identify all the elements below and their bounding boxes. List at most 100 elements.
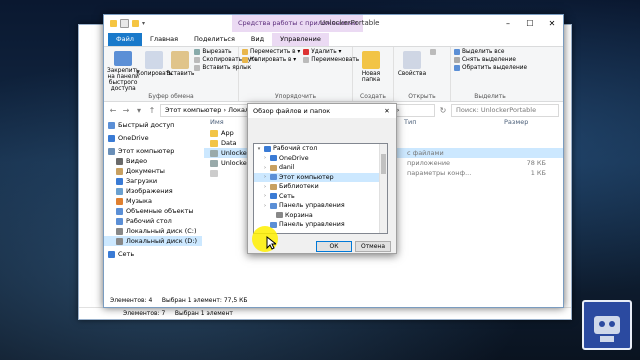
recent-chevron-icon[interactable]: ▾ xyxy=(134,106,144,115)
nav-item[interactable]: Изображения xyxy=(104,186,202,196)
expand-chevron-icon[interactable]: › xyxy=(262,155,268,161)
folder-tree[interactable]: ▾ Рабочий стол › OneDrive › danil › Этот компью… xyxy=(253,143,388,234)
nav-item[interactable]: Локальный диск (C:) xyxy=(104,226,202,236)
refresh-icon[interactable]: ↻ xyxy=(438,106,448,115)
nav-item-icon xyxy=(116,207,123,215)
expand-chevron-icon[interactable]: › xyxy=(262,184,268,190)
tab-manage[interactable]: Управление xyxy=(272,33,329,46)
nav-item-icon xyxy=(108,147,115,155)
pin-quick-access-button[interactable]: Закрепить на панели быстрого доступа xyxy=(107,49,139,92)
nav-item[interactable]: Музыка xyxy=(104,196,202,206)
properties-button[interactable]: Свойства xyxy=(397,49,427,92)
folder-icon xyxy=(210,139,218,147)
move-icon xyxy=(242,49,248,55)
new-folder-icon[interactable] xyxy=(132,20,139,27)
select-none-button[interactable]: Снять выделение xyxy=(454,57,527,63)
tree-item[interactable]: ▾ Рабочий стол xyxy=(254,144,387,154)
ribbon: Закрепить на панели быстрого доступа Коп… xyxy=(104,47,563,102)
tree-item[interactable]: › Панель управления xyxy=(254,201,387,211)
nav-item[interactable]: Локальный диск (D:) xyxy=(104,236,202,246)
delete-icon xyxy=(303,49,310,55)
invert-label: Обратить выделение xyxy=(462,65,528,71)
tree-item[interactable]: › OneDrive xyxy=(254,154,387,164)
cut-label: Вырезать xyxy=(202,49,232,55)
scroll-thumb[interactable] xyxy=(381,154,386,174)
nav-item-label: Документы xyxy=(126,167,165,175)
nav-item-icon xyxy=(108,121,115,129)
ok-button[interactable]: ОК xyxy=(316,241,352,252)
tab-home[interactable]: Главная xyxy=(142,33,186,46)
tree-item[interactable]: › Сеть xyxy=(254,192,387,202)
tab-file[interactable]: Файл xyxy=(108,33,142,46)
new-folder-button[interactable]: Новая папка xyxy=(356,49,386,92)
nav-item[interactable]: Сеть xyxy=(104,249,202,259)
tree-item[interactable]: › Этот компьютер xyxy=(254,172,387,182)
tree-item-label: Библиотеки xyxy=(279,183,319,191)
delete-button[interactable]: Удалить ▾ xyxy=(303,49,359,55)
tab-view[interactable]: Вид xyxy=(243,33,272,46)
dialog-close-button[interactable]: ✕ xyxy=(378,104,396,118)
search-input[interactable]: Поиск: UnlockerPortable xyxy=(451,103,559,117)
copy-to-label: Копировать в ▾ xyxy=(250,57,297,63)
expand-chevron-icon[interactable]: ▾ xyxy=(256,146,262,152)
folder-icon[interactable] xyxy=(110,20,117,27)
path-icon xyxy=(194,57,201,63)
back-arrow-icon[interactable]: ← xyxy=(108,106,118,115)
pin-icon xyxy=(114,51,133,66)
maximize-button[interactable]: ☐ xyxy=(519,15,541,32)
delete-label: Удалить ▾ xyxy=(311,49,342,55)
nav-item[interactable]: Видео xyxy=(104,156,202,166)
tree-item-icon xyxy=(270,155,277,162)
properties-icon[interactable] xyxy=(120,19,129,28)
rename-icon xyxy=(303,57,310,63)
nav-item[interactable]: Загрузки xyxy=(104,176,202,186)
dialog-title-bar[interactable]: Обзор файлов и папок ✕ xyxy=(248,104,396,118)
up-arrow-icon[interactable]: ↑ xyxy=(147,106,157,115)
ribbon-tabs: Файл Главная Поделиться Вид Управление xyxy=(104,32,563,47)
invert-icon xyxy=(454,65,460,71)
tree-item[interactable]: › danil xyxy=(254,163,387,173)
file-icon xyxy=(210,159,218,167)
nav-item-icon xyxy=(116,217,123,225)
tree-item[interactable]: Корзина xyxy=(254,211,387,221)
tab-share[interactable]: Поделиться xyxy=(186,33,243,46)
expand-chevron-icon[interactable]: › xyxy=(262,193,268,199)
copy-button[interactable]: Копировать xyxy=(136,49,172,92)
paste-button[interactable]: Вставить xyxy=(166,49,195,92)
minimize-button[interactable]: – xyxy=(497,15,519,32)
invert-selection-button[interactable]: Обратить выделение xyxy=(454,65,527,71)
move-to-button[interactable]: Переместить в ▾ xyxy=(242,49,300,55)
file-icon xyxy=(210,169,218,177)
nav-item-label: Загрузки xyxy=(126,177,158,185)
open-options-icon[interactable] xyxy=(430,49,436,55)
nav-item-icon xyxy=(116,167,123,175)
customize-chevron-icon[interactable]: ▾ xyxy=(142,20,148,27)
paste-label: Вставить xyxy=(166,71,195,77)
expand-chevron-icon[interactable]: › xyxy=(262,165,268,171)
organize-group-label: Упорядочить xyxy=(275,93,316,100)
nav-item[interactable]: Объемные объекты xyxy=(104,206,202,216)
tree-item[interactable]: Панель управления xyxy=(254,220,387,230)
title-bar[interactable]: ▾ Средства работы с приложениями Unlocke… xyxy=(104,15,563,32)
nav-item[interactable]: Рабочий стол xyxy=(104,216,202,226)
copy-to-button[interactable]: Копировать в ▾ xyxy=(242,57,300,63)
nav-item[interactable]: Быстрый доступ xyxy=(104,120,202,130)
expand-chevron-icon[interactable]: › xyxy=(262,203,268,209)
rename-button[interactable]: Переименовать xyxy=(303,57,359,63)
tree-item-icon xyxy=(264,145,271,152)
expand-chevron-icon[interactable]: › xyxy=(262,174,268,180)
column-size[interactable]: Размер xyxy=(504,117,528,128)
nav-item[interactable]: Документы xyxy=(104,166,202,176)
cancel-button[interactable]: Отмена xyxy=(355,241,391,252)
tree-item[interactable]: › Библиотеки xyxy=(254,182,387,192)
forward-arrow-icon[interactable]: → xyxy=(121,106,131,115)
close-button[interactable]: ✕ xyxy=(541,15,563,32)
select-none-label: Снять выделение xyxy=(462,57,516,63)
nav-item-icon xyxy=(108,134,115,142)
nav-item-label: Сеть xyxy=(118,250,135,258)
nav-item[interactable]: Этот компьютер xyxy=(104,146,202,156)
item-count: Элементов: 4 xyxy=(110,297,153,304)
tree-scrollbar[interactable] xyxy=(379,144,387,233)
nav-item[interactable]: OneDrive xyxy=(104,133,202,143)
select-all-button[interactable]: Выделить все xyxy=(454,49,527,55)
